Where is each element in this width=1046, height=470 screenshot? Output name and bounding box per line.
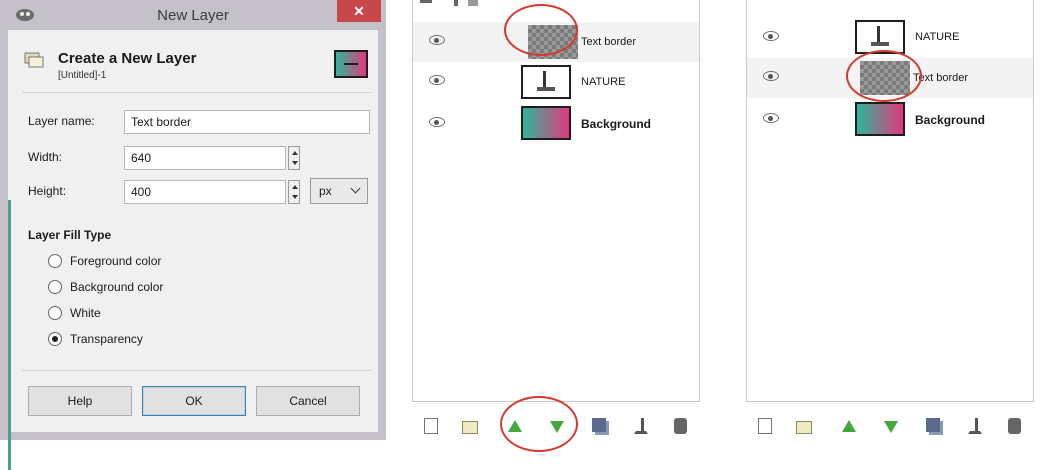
layers-panel-after: NATURE Text border Background	[732, 0, 1046, 452]
delete-layer-icon[interactable]	[674, 418, 687, 434]
layer-name-label: Layer name:	[28, 114, 95, 128]
radio-button[interactable]	[48, 280, 62, 294]
radio-button[interactable]	[48, 254, 62, 268]
image-preview-thumbnail	[334, 50, 368, 78]
layer-name: NATURE	[915, 31, 960, 43]
fill-option-label: Foreground color	[70, 254, 162, 268]
layer-name-input[interactable]: Text border	[124, 110, 370, 134]
layer-thumbnail-gradient	[521, 106, 571, 140]
layer-name: Background	[581, 117, 652, 131]
highlight-circle	[504, 4, 578, 56]
help-button[interactable]: Help	[28, 386, 132, 416]
duplicate-layer-icon[interactable]	[926, 418, 940, 432]
anchor-layer-icon[interactable]	[968, 418, 982, 434]
layer-row[interactable]: Background	[413, 104, 699, 144]
radio-button[interactable]	[48, 306, 62, 320]
fill-option-label: Background color	[70, 280, 164, 294]
layer-thumbnail-text	[855, 20, 905, 54]
cancel-button[interactable]: Cancel	[256, 386, 360, 416]
title-bar[interactable]: New Layer ✕	[0, 0, 386, 30]
anchor-layer-icon[interactable]	[634, 418, 648, 434]
new-layer-icon[interactable]	[758, 418, 772, 434]
unit-value: px	[319, 184, 332, 198]
layer-row[interactable]: NATURE	[413, 62, 699, 102]
layer-name: Background	[915, 113, 986, 127]
highlight-circle	[846, 50, 922, 102]
header-divider	[22, 92, 372, 93]
layers-panel-before: Text border NATURE Background	[398, 0, 712, 452]
lower-layer-icon[interactable]	[884, 421, 898, 433]
visibility-eye-icon[interactable]	[429, 75, 445, 85]
height-spinner[interactable]	[288, 180, 300, 204]
layer-thumbnail-gradient	[855, 102, 905, 136]
window-edge	[8, 200, 11, 470]
highlight-circle	[500, 396, 578, 452]
dialog-body: Create a New Layer [Untitled]-1 Layer na…	[8, 30, 378, 470]
layer-name: Text border	[581, 36, 637, 48]
radio-button-selected[interactable]	[48, 332, 62, 346]
layer-group-icon[interactable]	[796, 421, 812, 434]
button-divider	[22, 370, 372, 371]
fill-type-heading: Layer Fill Type	[28, 228, 112, 242]
layers-toolbar	[746, 404, 1034, 444]
width-input[interactable]: 640	[124, 146, 286, 170]
duplicate-layer-icon[interactable]	[592, 418, 606, 432]
delete-layer-icon[interactable]	[1008, 418, 1021, 434]
visibility-eye-icon[interactable]	[763, 113, 779, 123]
fill-option-label: Transparency	[70, 332, 143, 346]
new-layer-dialog: New Layer ✕ Create a New Layer [Untitled…	[0, 0, 386, 470]
width-spinner[interactable]	[288, 146, 300, 170]
layer-name: NATURE	[581, 76, 626, 88]
height-label: Height:	[28, 184, 67, 198]
raise-layer-icon[interactable]	[842, 420, 856, 432]
layer-row[interactable]: Background	[747, 100, 1033, 140]
layer-group-icon[interactable]	[462, 421, 478, 434]
visibility-eye-icon[interactable]	[429, 35, 445, 45]
visibility-eye-icon[interactable]	[429, 117, 445, 127]
visibility-eye-icon[interactable]	[763, 71, 779, 81]
image-name: [Untitled]-1	[58, 70, 107, 81]
fill-option-label: White	[70, 306, 101, 320]
layer-thumbnail-text	[521, 65, 571, 99]
height-input[interactable]: 400	[124, 180, 286, 204]
dialog-title: New Layer	[157, 7, 229, 24]
dialog-header-title: Create a New Layer	[58, 50, 197, 67]
chevron-down-icon	[350, 183, 361, 194]
width-label: Width:	[28, 150, 63, 164]
ok-button[interactable]: OK	[142, 386, 246, 416]
close-button[interactable]: ✕	[337, 0, 381, 22]
unit-select[interactable]: px	[310, 178, 368, 204]
new-layer-icon	[24, 52, 44, 68]
visibility-eye-icon[interactable]	[763, 31, 779, 41]
new-layer-icon[interactable]	[424, 418, 438, 434]
